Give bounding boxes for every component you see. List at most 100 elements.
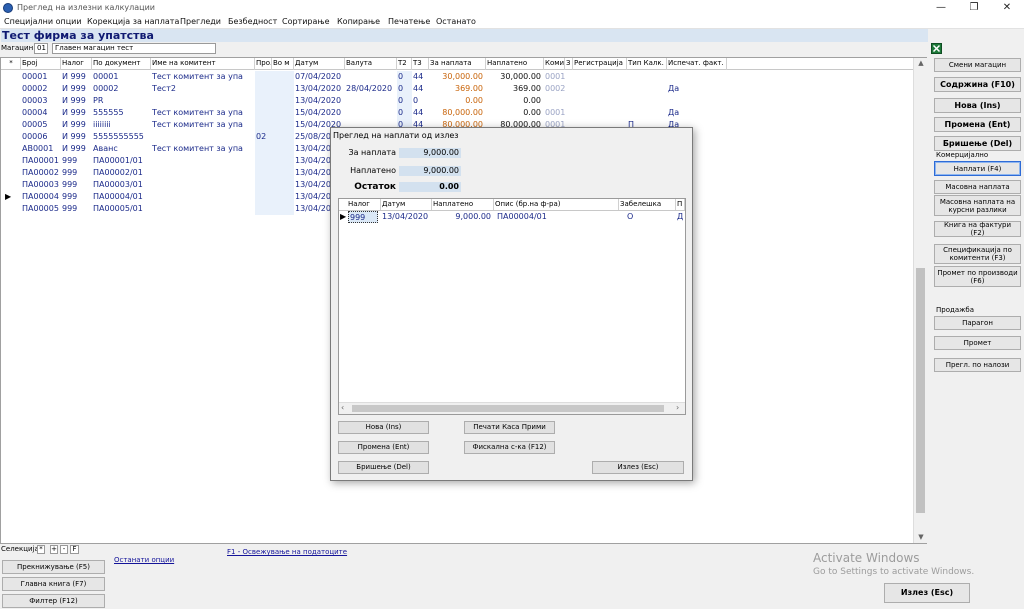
change-warehouse-button[interactable]: Смени магацин bbox=[934, 58, 1021, 72]
table-cell-t3[interactable]: 44 bbox=[412, 71, 429, 83]
content-button[interactable]: Содржина (F10) bbox=[934, 77, 1021, 92]
table-cell-vom[interactable] bbox=[272, 203, 294, 215]
selection-remove-button[interactable]: - bbox=[60, 545, 68, 554]
col-header-komi[interactable]: Коми bbox=[544, 58, 565, 70]
table-cell-komitent[interactable] bbox=[151, 191, 255, 203]
exit-button[interactable]: Излез (Esc) bbox=[884, 583, 970, 603]
table-cell-pro[interactable] bbox=[255, 155, 272, 167]
col-header-registration[interactable]: Регистрација bbox=[573, 58, 627, 70]
table-cell-datum[interactable]: 07/04/2020 bbox=[294, 71, 345, 83]
table-cell-broj[interactable]: 00006 bbox=[21, 131, 61, 143]
table-cell-za[interactable]: 369.00 bbox=[429, 83, 486, 95]
invoice-book-button[interactable]: Книга на фактури (F2) bbox=[934, 221, 1021, 237]
table-cell-pro[interactable] bbox=[255, 191, 272, 203]
dlg-col-header-paid[interactable]: Наплатено bbox=[432, 199, 494, 210]
table-cell-dok[interactable]: 5555555555 bbox=[92, 131, 151, 143]
table-cell-pro[interactable] bbox=[255, 119, 272, 131]
table-cell-komi[interactable]: 0002 bbox=[544, 83, 565, 95]
table-cell-dok[interactable]: 00001 bbox=[92, 71, 151, 83]
table-cell-valuta[interactable] bbox=[345, 107, 397, 119]
table-cell-tip[interactable] bbox=[627, 95, 667, 107]
new-button[interactable]: Нова (Ins) bbox=[934, 98, 1021, 113]
menu-reviews[interactable]: Прегледи bbox=[180, 17, 221, 26]
table-cell-tip[interactable] bbox=[627, 107, 667, 119]
table-cell-datum[interactable]: 13/04/2020 bbox=[294, 95, 345, 107]
table-cell-t3[interactable]: 44 bbox=[412, 107, 429, 119]
table-cell-isp[interactable]: Да bbox=[667, 107, 727, 119]
dlg-col-header-description[interactable]: Опис (бр.на ф-ра) bbox=[494, 199, 619, 210]
table-cell-vom[interactable] bbox=[272, 95, 294, 107]
dialog-new-button[interactable]: Нова (Ins) bbox=[338, 421, 429, 434]
table-cell-komitent[interactable]: Тест комитент за упа bbox=[151, 107, 255, 119]
table-cell-t3[interactable]: 0 bbox=[412, 95, 429, 107]
table-cell-komitent[interactable] bbox=[151, 95, 255, 107]
dialog-horizontal-scrollbar[interactable]: ‹ › bbox=[339, 402, 685, 414]
dlg-col-header-note[interactable]: Забелешка bbox=[619, 199, 676, 210]
turnover-by-products-button[interactable]: Промет по производи (F6) bbox=[934, 266, 1021, 287]
col-header-printed[interactable]: Испечат. факт. bbox=[667, 58, 727, 70]
col-header-document[interactable]: По документ bbox=[92, 58, 151, 70]
table-cell-napl[interactable]: 0.00 bbox=[486, 107, 544, 119]
refresh-data-link[interactable]: F1 - Освежување на податоците bbox=[227, 548, 347, 556]
paragon-button[interactable]: Парагон bbox=[934, 316, 1021, 330]
general-ledger-button[interactable]: Главна книга (F7) bbox=[2, 577, 105, 591]
table-cell-nalog[interactable]: И 999 bbox=[61, 131, 92, 143]
col-header-vom[interactable]: Во м bbox=[272, 58, 294, 70]
selection-filter-button[interactable]: F bbox=[70, 545, 79, 554]
col-header-valuta[interactable]: Валута bbox=[345, 58, 397, 70]
scroll-up-icon[interactable]: ▲ bbox=[914, 59, 928, 67]
table-cell-vom[interactable] bbox=[272, 107, 294, 119]
dialog-scroll-thumb[interactable] bbox=[352, 405, 664, 412]
menu-special-options[interactable]: Специјални опции bbox=[4, 17, 82, 26]
table-row[interactable]: 00002 И 999 00002 Тест2 13/04/2020 28/04/2020… bbox=[1, 83, 727, 95]
table-cell-vom[interactable] bbox=[272, 155, 294, 167]
review-by-orders-button[interactable]: Прегл. по налози bbox=[934, 358, 1021, 372]
table-cell-dok[interactable]: 00002 bbox=[92, 83, 151, 95]
table-cell-komitent[interactable] bbox=[151, 167, 255, 179]
table-cell-valuta[interactable] bbox=[345, 95, 397, 107]
scroll-right-icon[interactable]: › bbox=[676, 403, 679, 412]
table-cell-vom[interactable] bbox=[272, 131, 294, 143]
table-cell-komi[interactable]: 0001 bbox=[544, 71, 565, 83]
table-cell-broj[interactable]: ПА00005 bbox=[21, 203, 61, 215]
table-cell-napl[interactable]: 369.00 bbox=[486, 83, 544, 95]
filter-button[interactable]: Филтер (F12) bbox=[2, 594, 105, 608]
fiscal-receipt-button[interactable]: Фискална с-ка (F12) bbox=[464, 441, 555, 454]
dlg-col-header-date[interactable]: Датум bbox=[381, 199, 432, 210]
warehouse-code-field[interactable]: 01 bbox=[34, 43, 48, 54]
table-cell-nalog[interactable]: И 999 bbox=[61, 83, 92, 95]
table-cell-vom[interactable] bbox=[272, 191, 294, 203]
table-row[interactable]: 00003 И 999 PR 13/04/2020 0 0 0.00 0.00 bbox=[1, 95, 727, 107]
table-cell-tip[interactable] bbox=[627, 71, 667, 83]
table-cell-dok[interactable]: 555555 bbox=[92, 107, 151, 119]
table-cell-nalog[interactable]: 999 bbox=[61, 167, 92, 179]
close-button[interactable]: ✕ bbox=[990, 0, 1024, 16]
table-cell-komi[interactable]: 0001 bbox=[544, 107, 565, 119]
payments-button[interactable]: Наплати (F4) bbox=[934, 161, 1021, 176]
table-cell-nalog[interactable]: И 999 bbox=[61, 107, 92, 119]
table-cell-nalog[interactable]: И 999 bbox=[61, 95, 92, 107]
table-cell-vom[interactable] bbox=[272, 167, 294, 179]
mass-payment-fx-button[interactable]: Масовна наплата на курсни разлики bbox=[934, 195, 1021, 216]
dlg-col-header-nalog[interactable]: Налог bbox=[347, 199, 381, 210]
table-cell-dok[interactable]: ПА00004/01 bbox=[92, 191, 151, 203]
table-cell-broj[interactable]: АВ0001 bbox=[21, 143, 61, 155]
scroll-thumb[interactable] bbox=[916, 268, 925, 513]
table-cell-dok[interactable]: ПА00003/01 bbox=[92, 179, 151, 191]
table-cell-nalog[interactable]: И 999 bbox=[61, 119, 92, 131]
table-cell-broj[interactable]: 00004 bbox=[21, 107, 61, 119]
table-row[interactable]: 00001 И 999 00001 Тест комитент за упа 07/04… bbox=[1, 71, 727, 83]
table-cell-nalog[interactable]: 999 bbox=[61, 179, 92, 191]
table-cell-broj[interactable]: 00002 bbox=[21, 83, 61, 95]
menu-payment-correction[interactable]: Корекција за наплата bbox=[87, 17, 179, 26]
dialog-edit-button[interactable]: Промена (Ent) bbox=[338, 441, 429, 454]
table-cell-za[interactable]: 0.00 bbox=[429, 95, 486, 107]
table-cell-za[interactable]: 80,000.00 bbox=[429, 107, 486, 119]
table-cell-dok[interactable]: iiiiiiii bbox=[92, 119, 151, 131]
col-header-date[interactable]: Датум bbox=[294, 58, 345, 70]
table-cell-vom[interactable] bbox=[272, 179, 294, 191]
table-cell-broj[interactable]: ПА00001 bbox=[21, 155, 61, 167]
col-header-paid[interactable]: Наплатено bbox=[486, 58, 544, 70]
dlg-cell-date[interactable]: 13/04/2020 bbox=[381, 211, 432, 223]
payments-grid[interactable]: Налог Датум Наплатено Опис (бр.на ф-ра) … bbox=[338, 198, 686, 415]
